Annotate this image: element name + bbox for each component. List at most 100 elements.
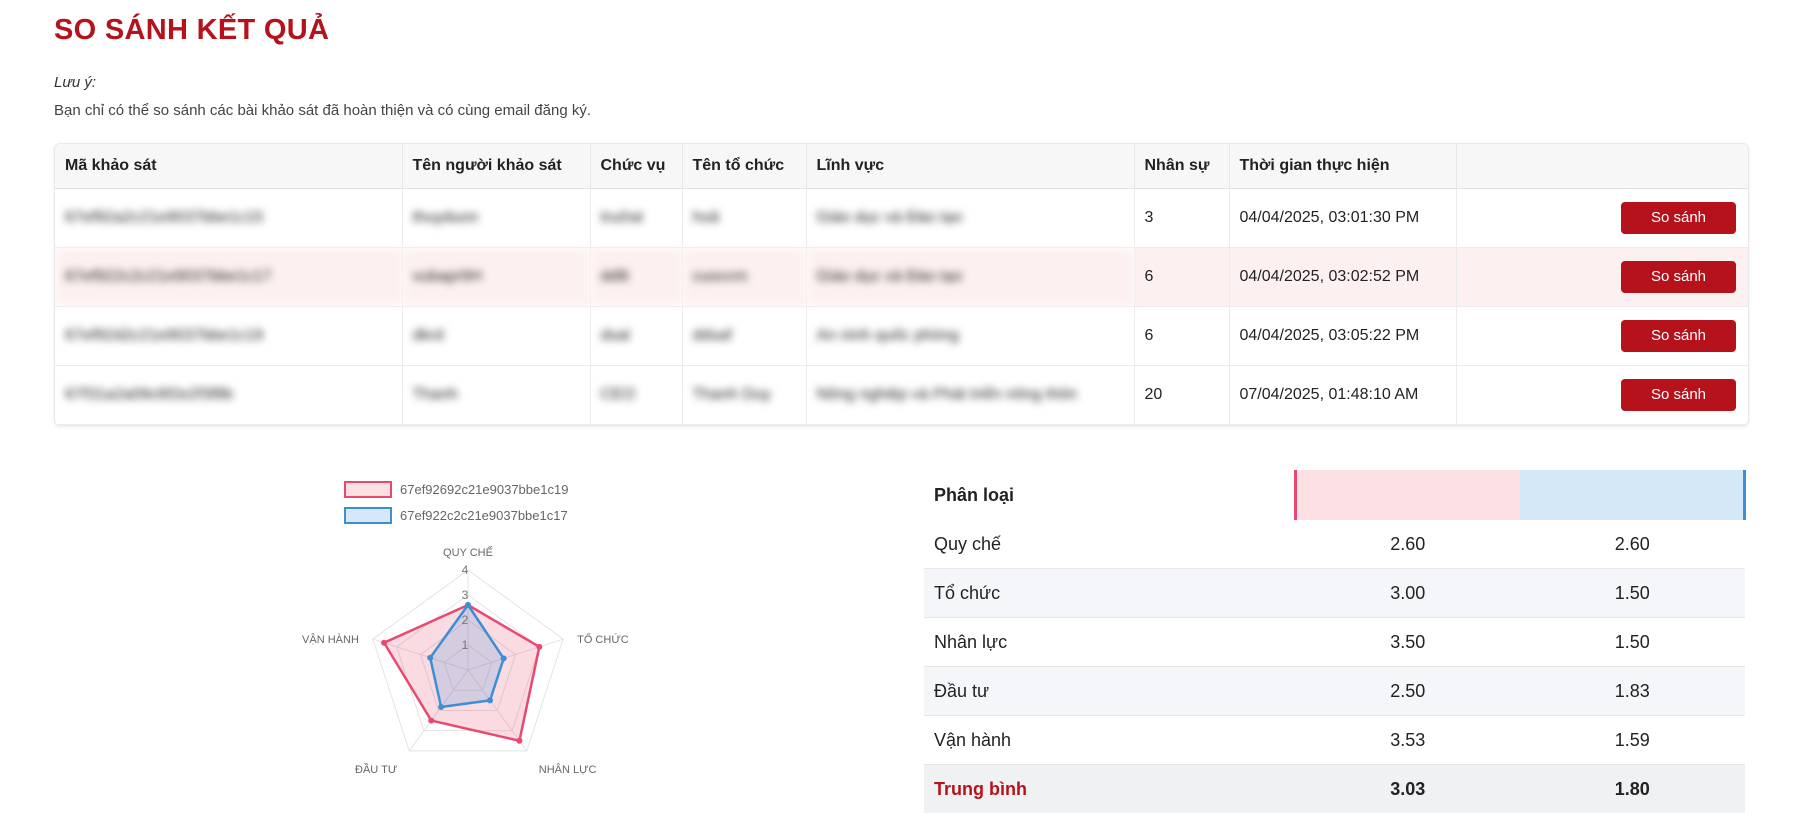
radar-point xyxy=(427,654,434,661)
radar-point xyxy=(500,655,507,662)
cell-field: An ninh quốc phòng xyxy=(806,306,1135,366)
radar-tick-label: 1 xyxy=(462,638,469,652)
scores-row: Quy chế 2.60 2.60 xyxy=(924,520,1745,569)
compare-button[interactable]: So sánh xyxy=(1621,202,1736,234)
cell-organization: ddsaf xyxy=(682,306,807,366)
cell-position: CEO xyxy=(590,365,683,425)
radar-point xyxy=(428,717,435,724)
note-label: Lưu ý: xyxy=(54,74,97,91)
cell-staff: 3 xyxy=(1134,188,1230,248)
score-category: Nhân lực xyxy=(924,617,1296,667)
legend-swatch-a xyxy=(344,481,392,498)
radar-chart: 67ef92692c21e9037bbe1c19 67ef922c2c21e90… xyxy=(302,481,629,776)
header-organization[interactable]: Tên tổ chức xyxy=(682,144,807,189)
cell-position: ddlli xyxy=(590,247,683,307)
radar-point xyxy=(487,697,494,704)
legend-label-b: 67ef922c2c21e9037bbe1c17 xyxy=(400,508,568,523)
legend-label-a: 67ef92692c21e9037bbe1c19 xyxy=(400,482,568,497)
score-category: Đầu tư xyxy=(924,666,1296,716)
radar-tick-label: 3 xyxy=(462,588,469,602)
cell-field: Giáo dục và Đào tạo xyxy=(806,188,1135,248)
cell-time: 04/04/2025, 03:02:52 PM xyxy=(1229,247,1457,307)
radar-axis-label: VẬN HÀNH xyxy=(302,633,359,646)
scores-average-row: Trung bình 3.03 1.80 xyxy=(924,764,1745,813)
radar-legend: 67ef92692c21e9037bbe1c19 67ef922c2c21e90… xyxy=(344,481,568,524)
score-a: 3.53 xyxy=(1295,715,1520,765)
radar-axis-label: ĐẦU TƯ xyxy=(355,763,397,776)
radar-point xyxy=(516,737,523,744)
score-category: Quy chế xyxy=(924,520,1296,569)
legend-swatch-b xyxy=(344,507,392,524)
scores-header-row: Phân loại xyxy=(924,470,1746,520)
header-staff[interactable]: Nhân sự xyxy=(1134,144,1230,189)
cell-respondent-name: dkrd xyxy=(402,306,591,366)
score-a: 2.50 xyxy=(1295,666,1520,716)
average-a: 3.03 xyxy=(1295,764,1520,813)
surveys-table: Mã khảo sát Tên người khảo sát Chức vụ T… xyxy=(54,143,1749,426)
score-b: 1.83 xyxy=(1520,666,1745,716)
radar-point xyxy=(381,639,388,646)
table-row: 67f31a2a09c6f2e2f3f8b Thanh CEO Thanh Du… xyxy=(55,365,1748,425)
radar-point xyxy=(536,643,543,650)
note-text: Bạn chỉ có thể so sánh các bài khảo sát … xyxy=(54,102,592,119)
scores-row: Nhân lực 3.50 1.50 xyxy=(924,617,1745,667)
cell-field: Giáo dục và Đào tạo xyxy=(806,247,1135,307)
scores-row: Đầu tư 2.50 1.83 xyxy=(924,666,1745,716)
score-b: 1.59 xyxy=(1520,715,1745,765)
header-position[interactable]: Chức vụ xyxy=(590,144,683,189)
scores-row: Vận hành 3.53 1.59 xyxy=(924,715,1745,765)
cell-staff: 6 xyxy=(1134,247,1230,307)
radar-point xyxy=(465,602,471,608)
radar-axis-label: NHÂN LỰC xyxy=(539,763,597,776)
table-header-row: Mã khảo sát Tên người khảo sát Chức vụ T… xyxy=(55,144,1748,189)
score-a: 3.00 xyxy=(1295,568,1520,618)
radar-tick-label: 4 xyxy=(462,563,469,577)
radar-tick-label: 2 xyxy=(462,613,469,627)
page-title: SO SÁNH KẾT QUẢ xyxy=(54,14,330,46)
radar-point xyxy=(438,704,445,711)
score-category: Tổ chức xyxy=(924,568,1296,618)
table-row: 67ef92a2c21e9037bbe1c15 thuyduon truởat … xyxy=(55,188,1748,248)
table-row: 67ef92d2c21e9037bbe1c19 dkrd dsal ddsaf … xyxy=(55,306,1748,366)
header-field[interactable]: Lĩnh vực xyxy=(806,144,1135,189)
cell-survey-code: 67ef922c2c21e9037bbe1c17 xyxy=(55,247,403,307)
cell-survey-code: 67ef92a2c21e9037bbe1c15 xyxy=(55,188,403,248)
header-respondent-name[interactable]: Tên người khảo sát xyxy=(402,144,591,189)
cell-action: So sánh xyxy=(1456,247,1748,307)
cell-staff: 20 xyxy=(1134,365,1230,425)
table-row: 67ef922c2c21e9037bbe1c17 vubapr9H ddlli … xyxy=(55,247,1748,307)
score-category: Vận hành xyxy=(924,715,1296,765)
score-b: 1.50 xyxy=(1520,617,1745,667)
cell-respondent-name: Thanh xyxy=(402,365,591,425)
cell-respondent-name: thuyduon xyxy=(402,188,591,248)
cell-position: dsal xyxy=(590,306,683,366)
header-survey-code[interactable]: Mã khảo sát xyxy=(55,144,403,189)
cell-organization: cuoccm xyxy=(682,247,807,307)
cell-organization: Thanh Duy xyxy=(682,365,807,425)
series-a-swatch xyxy=(1294,470,1520,520)
cell-time: 07/04/2025, 01:48:10 AM xyxy=(1229,365,1457,425)
scores-table: Phân loại Quy chế 2.60 2.60 Tổ chức 3.00… xyxy=(924,470,1746,813)
cell-action: So sánh xyxy=(1456,306,1748,366)
cell-survey-code: 67ef92d2c21e9037bbe1c19 xyxy=(55,306,403,366)
compare-button[interactable]: So sánh xyxy=(1621,261,1736,293)
header-time[interactable]: Thời gian thực hiện xyxy=(1229,144,1457,189)
score-a: 3.50 xyxy=(1295,617,1520,667)
compare-button[interactable]: So sánh xyxy=(1621,379,1736,411)
cell-time: 04/04/2025, 03:05:22 PM xyxy=(1229,306,1457,366)
score-b: 1.50 xyxy=(1520,568,1745,618)
cell-field: Nông nghiệp và Phát triển nông thôn xyxy=(806,365,1135,425)
score-a: 2.60 xyxy=(1295,520,1520,569)
compare-button[interactable]: So sánh xyxy=(1621,320,1736,352)
cell-staff: 6 xyxy=(1134,306,1230,366)
radar-axis-label: TỔ CHỨC xyxy=(577,633,629,646)
cell-time: 04/04/2025, 03:01:30 PM xyxy=(1229,188,1457,248)
header-action xyxy=(1456,144,1748,189)
cell-survey-code: 67f31a2a09c6f2e2f3f8b xyxy=(55,365,403,425)
cell-action: So sánh xyxy=(1456,365,1748,425)
cell-position: truởat xyxy=(590,188,683,248)
scores-header-label: Phân loại xyxy=(934,484,1015,505)
average-b: 1.80 xyxy=(1520,764,1745,813)
radar-axis-label: QUY CHẾ xyxy=(443,546,493,559)
cell-organization: hoả xyxy=(682,188,807,248)
